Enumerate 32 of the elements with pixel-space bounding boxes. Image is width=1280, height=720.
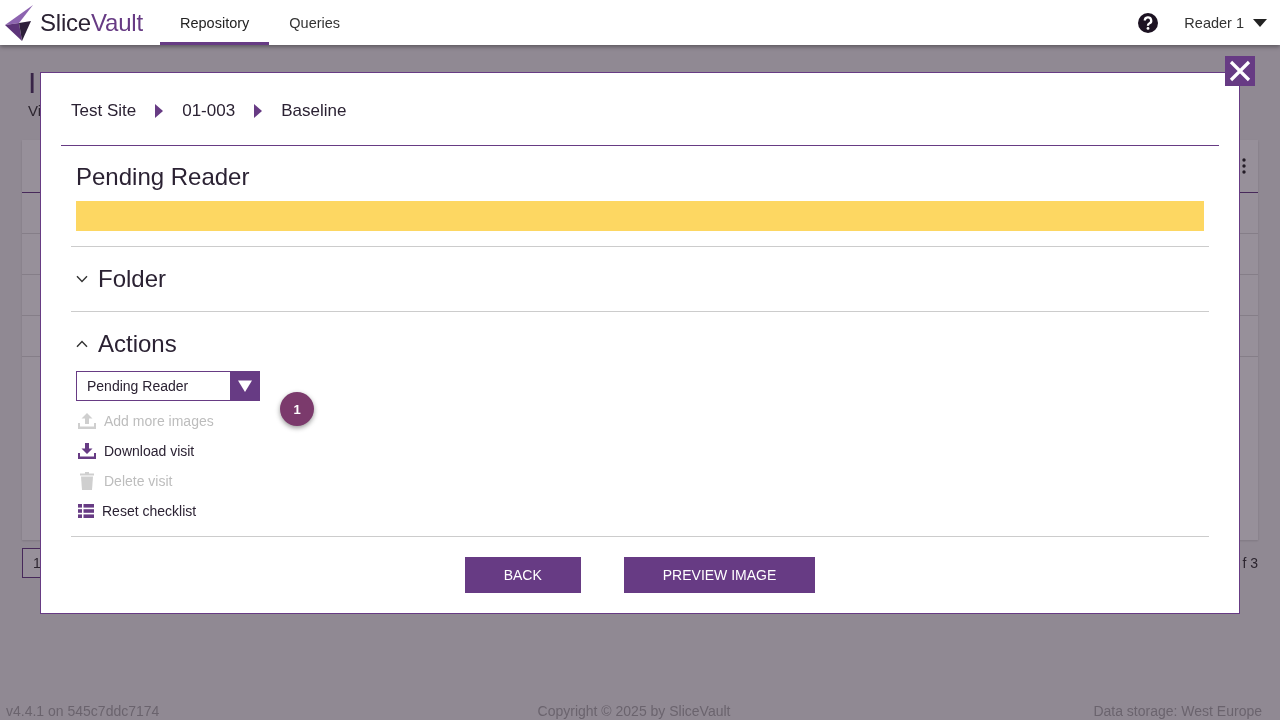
upload-icon <box>78 413 96 429</box>
app-logo-text: SliceVault <box>40 8 143 37</box>
logo-icon <box>5 4 33 41</box>
status-title: Pending Reader <box>75 162 250 192</box>
user-menu[interactable]: Reader 1 <box>1184 14 1267 31</box>
download-icon <box>78 443 96 459</box>
help-icon[interactable] <box>1138 12 1159 33</box>
section-toggle[interactable]: Actions <box>71 329 177 359</box>
close-icon <box>1229 60 1251 82</box>
trash-icon <box>80 472 94 490</box>
page-subtitle: Vi <box>28 101 42 121</box>
page-title: I <box>28 65 37 101</box>
caret-right-icon <box>155 104 164 118</box>
breadcrumb-item[interactable]: Baseline <box>281 100 347 122</box>
section-toggle[interactable]: Folder <box>71 264 167 294</box>
caret-icon <box>1253 18 1267 27</box>
nav-tab[interactable]: Queries <box>269 0 361 45</box>
action-link[interactable]: Reset checklist <box>76 496 197 526</box>
breadcrumb-item[interactable]: 01-003 <box>182 100 236 122</box>
nav-tab[interactable]: Repository <box>160 0 270 45</box>
caret-right-icon <box>254 104 263 118</box>
dialog-button[interactable]: BACK <box>464 557 581 593</box>
close-button[interactable] <box>1225 56 1255 86</box>
step-badge[interactable]: 1 <box>280 392 314 426</box>
page-count: f 3 <box>1242 555 1258 571</box>
dialog-button[interactable]: PREVIEW IMAGE <box>623 557 816 593</box>
list-icon <box>78 504 94 518</box>
more-menu-icon[interactable] <box>1242 158 1246 174</box>
action-link[interactable]: Download visit <box>76 436 195 466</box>
breadcrumb-item[interactable]: Test Site <box>71 100 137 122</box>
dropdown-caret-icon <box>230 371 260 401</box>
status-select[interactable]: Pending Reader <box>76 371 260 401</box>
